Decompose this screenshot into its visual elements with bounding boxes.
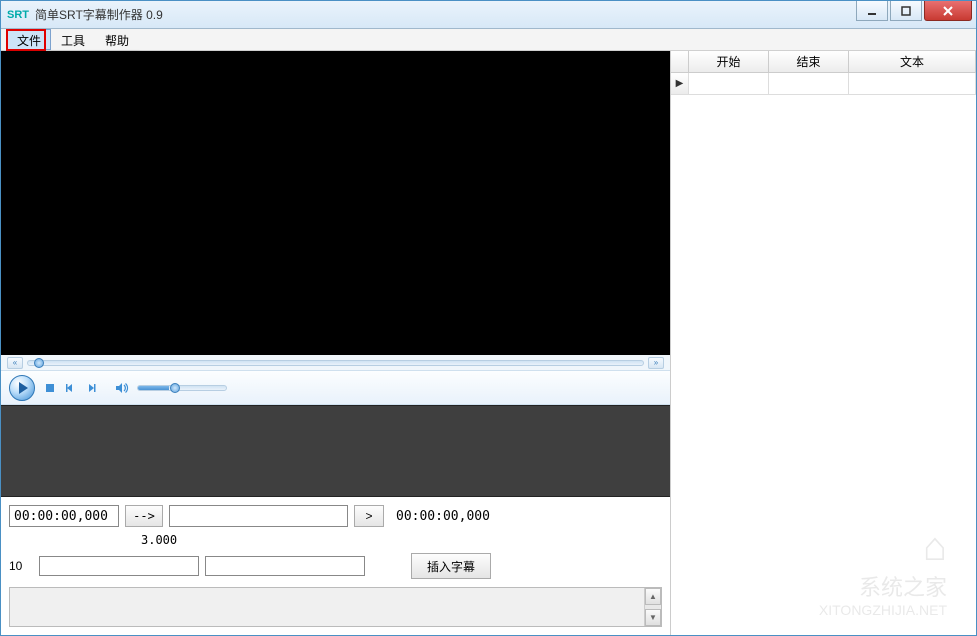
cell-end[interactable] [769, 73, 849, 94]
menu-tools[interactable]: 工具 [51, 29, 95, 50]
row-marker-icon: ▶ [671, 73, 689, 94]
window-title: 简单SRT字幕制作器 0.9 [35, 6, 163, 23]
menu-file[interactable]: 文件 [7, 29, 51, 50]
col-header-start[interactable]: 开始 [689, 51, 769, 72]
stop-button[interactable] [43, 381, 57, 395]
app-icon: SRT [7, 9, 29, 21]
menu-help[interactable]: 帮助 [95, 29, 139, 50]
row2-number-label: 10 [9, 559, 33, 573]
subtitle-table-body: ▶ [671, 73, 976, 635]
waveform-area [1, 405, 670, 497]
row2-input-b[interactable] [205, 556, 365, 576]
insert-subtitle-button[interactable]: 插入字幕 [411, 553, 491, 579]
scroll-down-icon[interactable]: ▼ [645, 609, 661, 626]
minimize-button[interactable] [856, 1, 888, 21]
cell-text[interactable] [849, 73, 976, 94]
seek-left-icon[interactable]: « [7, 357, 23, 369]
cell-start[interactable] [689, 73, 769, 94]
log-textarea[interactable]: ▲ ▼ [9, 587, 662, 627]
prev-button[interactable] [65, 381, 79, 395]
start-time-input[interactable] [9, 505, 119, 527]
row-marker-header [671, 51, 689, 72]
maximize-button[interactable] [890, 1, 922, 21]
subtitle-table-header: 开始 结束 文本 [671, 51, 976, 73]
seek-right-icon[interactable]: » [648, 357, 664, 369]
next-button[interactable] [87, 381, 101, 395]
table-row[interactable]: ▶ [671, 73, 976, 95]
row2-input-a[interactable] [39, 556, 199, 576]
duration-label: 3.000 [141, 533, 662, 547]
close-button[interactable] [924, 1, 972, 21]
col-header-end[interactable]: 结束 [769, 51, 849, 72]
col-header-text[interactable]: 文本 [849, 51, 976, 72]
subtitle-text-input[interactable] [169, 505, 348, 527]
go-button[interactable]: > [354, 505, 384, 527]
play-button[interactable] [9, 375, 35, 401]
scroll-up-icon[interactable]: ▲ [645, 588, 661, 605]
seek-slider[interactable] [27, 360, 644, 366]
video-preview [1, 51, 670, 355]
duration-arrow-button[interactable]: --> [125, 505, 163, 527]
titlebar: SRT 简单SRT字幕制作器 0.9 [1, 1, 976, 29]
scrollbar-vertical[interactable]: ▲ ▼ [644, 588, 661, 626]
volume-thumb[interactable] [170, 383, 180, 393]
volume-slider[interactable] [137, 385, 227, 391]
end-time-label: 00:00:00,000 [396, 509, 490, 524]
seek-thumb[interactable] [34, 358, 44, 368]
menubar: 文件 工具 帮助 打开视频文件 打开字幕文件 保存字幕文件 [1, 29, 976, 51]
volume-icon[interactable] [115, 381, 129, 395]
